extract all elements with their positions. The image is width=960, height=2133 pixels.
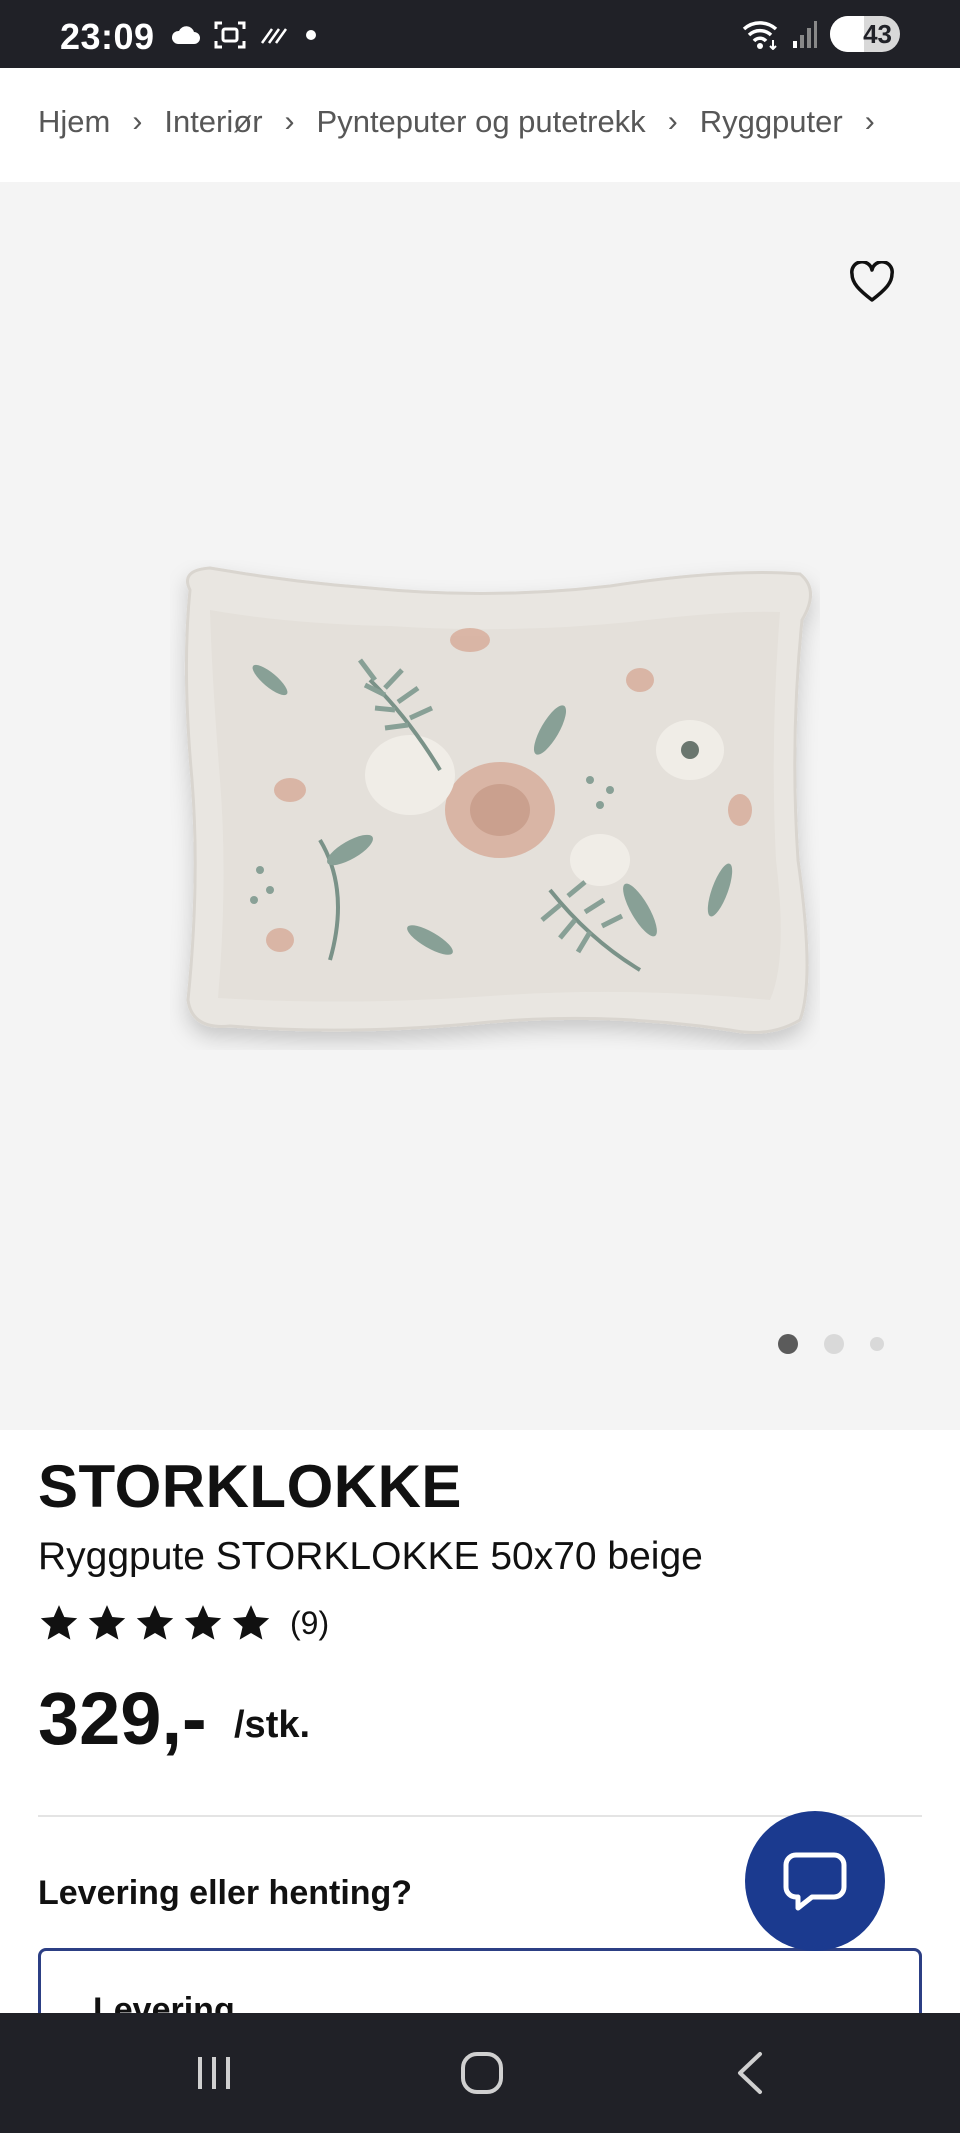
heart-icon [850,261,894,302]
gallery-pagination [778,1334,884,1354]
product-image-gallery[interactable] [0,182,960,1430]
breadcrumb-home[interactable]: Hjem [38,104,110,140]
home-icon [461,2052,503,2094]
recent-apps-button[interactable] [174,2043,254,2103]
star-icon [136,1605,174,1640]
breadcrumb-cushions[interactable]: Pynteputer og putetrekk [317,104,646,140]
battery-icon: 43 [830,16,900,52]
product-image [184,566,812,1034]
review-count[interactable]: (9) [290,1605,329,1642]
chat-button[interactable] [745,1811,885,1951]
recent-apps-icon [198,2057,230,2089]
breadcrumb-separator: › [132,105,143,138]
status-bar: 23:09 43 [0,0,960,68]
system-nav-bar [0,2013,960,2133]
breadcrumb-back-cushions[interactable]: Ryggputer [700,104,843,140]
nfc-icon [260,28,288,44]
price-unit: /stk. [234,1704,311,1746]
battery-level: 43 [863,18,892,49]
dot-icon [306,30,316,40]
breadcrumb-separator: › [667,105,678,138]
gallery-dot[interactable] [824,1334,844,1354]
back-button[interactable] [710,2043,790,2103]
delivery-heading: Levering eller henting? [38,1874,413,1912]
product-name: Ryggpute STORKLOKKE 50x70 beige [38,1535,703,1578]
breadcrumb-separator: › [864,105,875,138]
signal-icon [793,21,817,48]
star-icon [232,1605,270,1640]
back-icon [738,2052,762,2094]
status-icons-left [170,20,318,50]
star-icon [88,1605,126,1640]
breadcrumb: Hjem › Interiør › Pynteputer og putetrek… [38,104,897,140]
gallery-dot[interactable] [870,1337,884,1351]
star-icon [40,1605,78,1640]
status-time: 23:09 [60,16,155,57]
status-icons-right: 43 [740,16,900,52]
product-rating[interactable]: (9) [38,1602,329,1644]
chat-bubble-icon [783,1852,847,1911]
cloud-icon [171,26,200,44]
product-brand: STORKLOKKE [38,1453,462,1520]
home-button[interactable] [442,2043,522,2103]
favorite-button[interactable] [842,252,902,312]
screenshot-icon [214,21,246,49]
wifi-icon [742,21,778,50]
gallery-dot[interactable] [778,1334,798,1354]
breadcrumb-separator: › [284,105,295,138]
product-price: 329,- [38,1677,207,1760]
star-icon [184,1605,222,1640]
breadcrumb-interior[interactable]: Interiør [164,104,262,140]
